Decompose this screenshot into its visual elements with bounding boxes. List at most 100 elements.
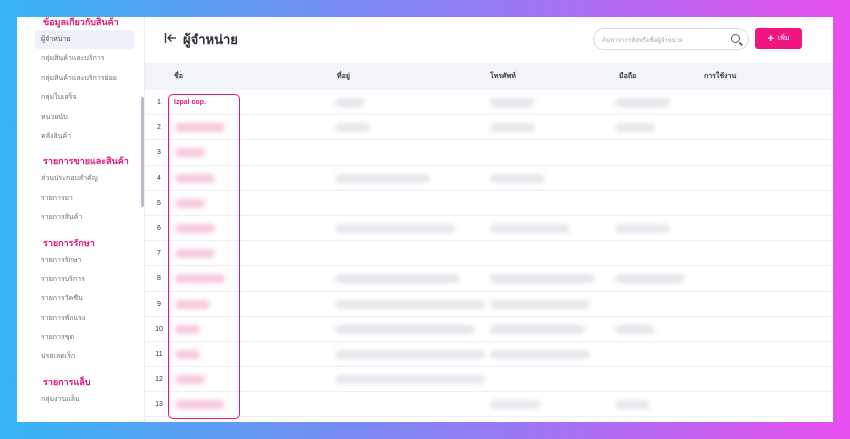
column-header-phone: โทรศัพท์ (490, 73, 516, 80)
sidebar-item[interactable]: ส่วนประกอบสำคัญ (17, 169, 144, 188)
redacted-cell (490, 349, 590, 359)
row-number: 11 (155, 350, 163, 358)
table-row[interactable]: 4 (145, 166, 833, 191)
sidebar-item[interactable]: รายการพักแรง (17, 309, 144, 328)
redacted-cell (490, 400, 540, 410)
row-number: 7 (157, 250, 161, 258)
page-header: ผู้จำหน่าย + เพิ่ม (145, 17, 833, 63)
app-window: ข้อมูลเกี่ยวกับสินค้า ผู้จำหน่าย กลุ่มสินค… (17, 17, 833, 422)
sidebar-item[interactable]: หน่วยนับ (17, 108, 144, 127)
sidebar-section-title: รายการแล็บ (43, 376, 91, 387)
table-row[interactable]: 12 (145, 367, 833, 393)
redacted-cell (490, 123, 535, 133)
table-row[interactable]: 1 Izpal cop. (145, 90, 833, 116)
redacted-cell (175, 274, 225, 284)
sidebar: ข้อมูลเกี่ยวกับสินค้า ผู้จำหน่าย กลุ่มสินค… (17, 17, 145, 422)
redacted-cell (490, 274, 595, 284)
redacted-cell (175, 400, 225, 410)
sidebar-item[interactable]: คลังสินค้า (17, 127, 144, 146)
redacted-cell (490, 223, 570, 233)
redacted-cell (490, 98, 535, 107)
sidebar-item[interactable]: กลุ่มใบเสร็จ (17, 88, 144, 107)
search-box[interactable] (593, 28, 749, 51)
sidebar-item[interactable]: ปรสเลตเร็ก (17, 347, 144, 366)
redacted-cell (490, 324, 585, 334)
table-header: ชื่อ ที่อยู่ โทรศัพท์ มือถือ การใช้งาน (145, 63, 833, 90)
row-number: 6 (157, 224, 161, 232)
sidebar-section-title: รายการรักษา (43, 237, 95, 248)
sidebar-section-title: รายการขายและสินค้า (43, 156, 129, 167)
sidebar-nav: ข้อมูลเกี่ยวกับสินค้า ผู้จำหน่าย กลุ่มสินค… (17, 17, 144, 409)
redacted-cell (175, 349, 200, 359)
redacted-cell (335, 299, 485, 309)
row-number: 13 (155, 401, 163, 409)
redacted-cell (335, 223, 455, 233)
redacted-cell (335, 349, 485, 359)
search-input[interactable] (594, 31, 724, 51)
sidebar-item[interactable]: กลุ่มสินค้าและบริการย่อย (17, 69, 144, 88)
redacted-cell (615, 223, 670, 233)
redacted-cell (335, 98, 365, 107)
redacted-cell (175, 123, 225, 133)
redacted-cell (175, 173, 215, 183)
table-row[interactable]: 2 (145, 115, 833, 141)
redacted-cell (335, 173, 430, 183)
table-row[interactable]: 13 (145, 392, 833, 418)
sidebar-item[interactable]: รายการรักษา (17, 251, 144, 270)
column-header-address: ที่อยู่ (337, 73, 350, 80)
redacted-cell (335, 324, 475, 334)
redacted-cell (490, 299, 590, 309)
sidebar-item[interactable]: รายการชุด (17, 328, 144, 347)
page-title: ผู้จำหน่าย (183, 32, 238, 47)
redacted-cell (615, 400, 650, 410)
row-number: 3 (157, 149, 161, 157)
main-content: ผู้จำหน่าย + เพิ่ม ชื่อ ที่อยู่ โทรศัพท์… (145, 17, 833, 422)
sidebar-item[interactable]: รายการสินค้า (17, 208, 144, 227)
redacted-cell (615, 98, 670, 107)
redacted-cell (175, 324, 200, 334)
redacted-cell (615, 274, 685, 284)
sidebar-item[interactable]: กลุ่มงานแล็บ (17, 390, 144, 409)
sidebar-item[interactable]: รายการวัคซีน (17, 289, 144, 308)
search-icon[interactable] (731, 34, 740, 43)
table-body: 1 Izpal cop. 2 3 4 5 6 7 8 9 10 11 12 13 (145, 90, 833, 418)
row-number: 5 (157, 199, 161, 207)
row-number: 2 (157, 124, 161, 132)
table-row[interactable]: 11 (145, 342, 833, 368)
sidebar-item[interactable]: รายการยา (17, 189, 144, 208)
redacted-cell (490, 173, 545, 183)
table-row[interactable]: 8 (145, 266, 833, 292)
row-number: 10 (155, 325, 163, 333)
redacted-cell (615, 324, 655, 334)
row-number: 12 (155, 376, 163, 384)
table-row[interactable]: 3 (145, 140, 833, 166)
plus-icon: + (767, 32, 774, 45)
table-row[interactable]: 10 (145, 317, 833, 342)
add-button[interactable]: + เพิ่ม (755, 28, 802, 49)
table-row[interactable]: 6 (145, 216, 833, 242)
table-row[interactable]: 7 (145, 241, 833, 267)
column-header-name: ชื่อ (174, 73, 183, 80)
redacted-cell (335, 375, 485, 385)
add-button-label: เพิ่ม (777, 35, 790, 42)
row-number: 1 (157, 99, 161, 106)
sidebar-item[interactable]: รายการบริการ (17, 270, 144, 289)
row-number: 4 (157, 174, 161, 182)
row-number: 9 (157, 300, 161, 308)
column-header-mobile: มือถือ (619, 73, 637, 80)
sidebar-item[interactable]: กลุ่มสินค้าและบริการ (17, 49, 144, 68)
vendor-name[interactable]: Izpal cop. (174, 90, 206, 115)
redacted-cell (335, 274, 460, 284)
table-row[interactable]: 5 (145, 191, 833, 216)
redacted-cell (335, 123, 370, 133)
collapse-back-icon[interactable] (164, 32, 178, 44)
row-number: 8 (157, 275, 161, 283)
redacted-cell (175, 375, 205, 385)
sidebar-scrollbar[interactable] (141, 97, 144, 207)
sidebar-item[interactable]: ผู้จำหน่าย (35, 30, 134, 50)
redacted-cell (615, 123, 655, 133)
table-row[interactable]: 9 (145, 292, 833, 317)
